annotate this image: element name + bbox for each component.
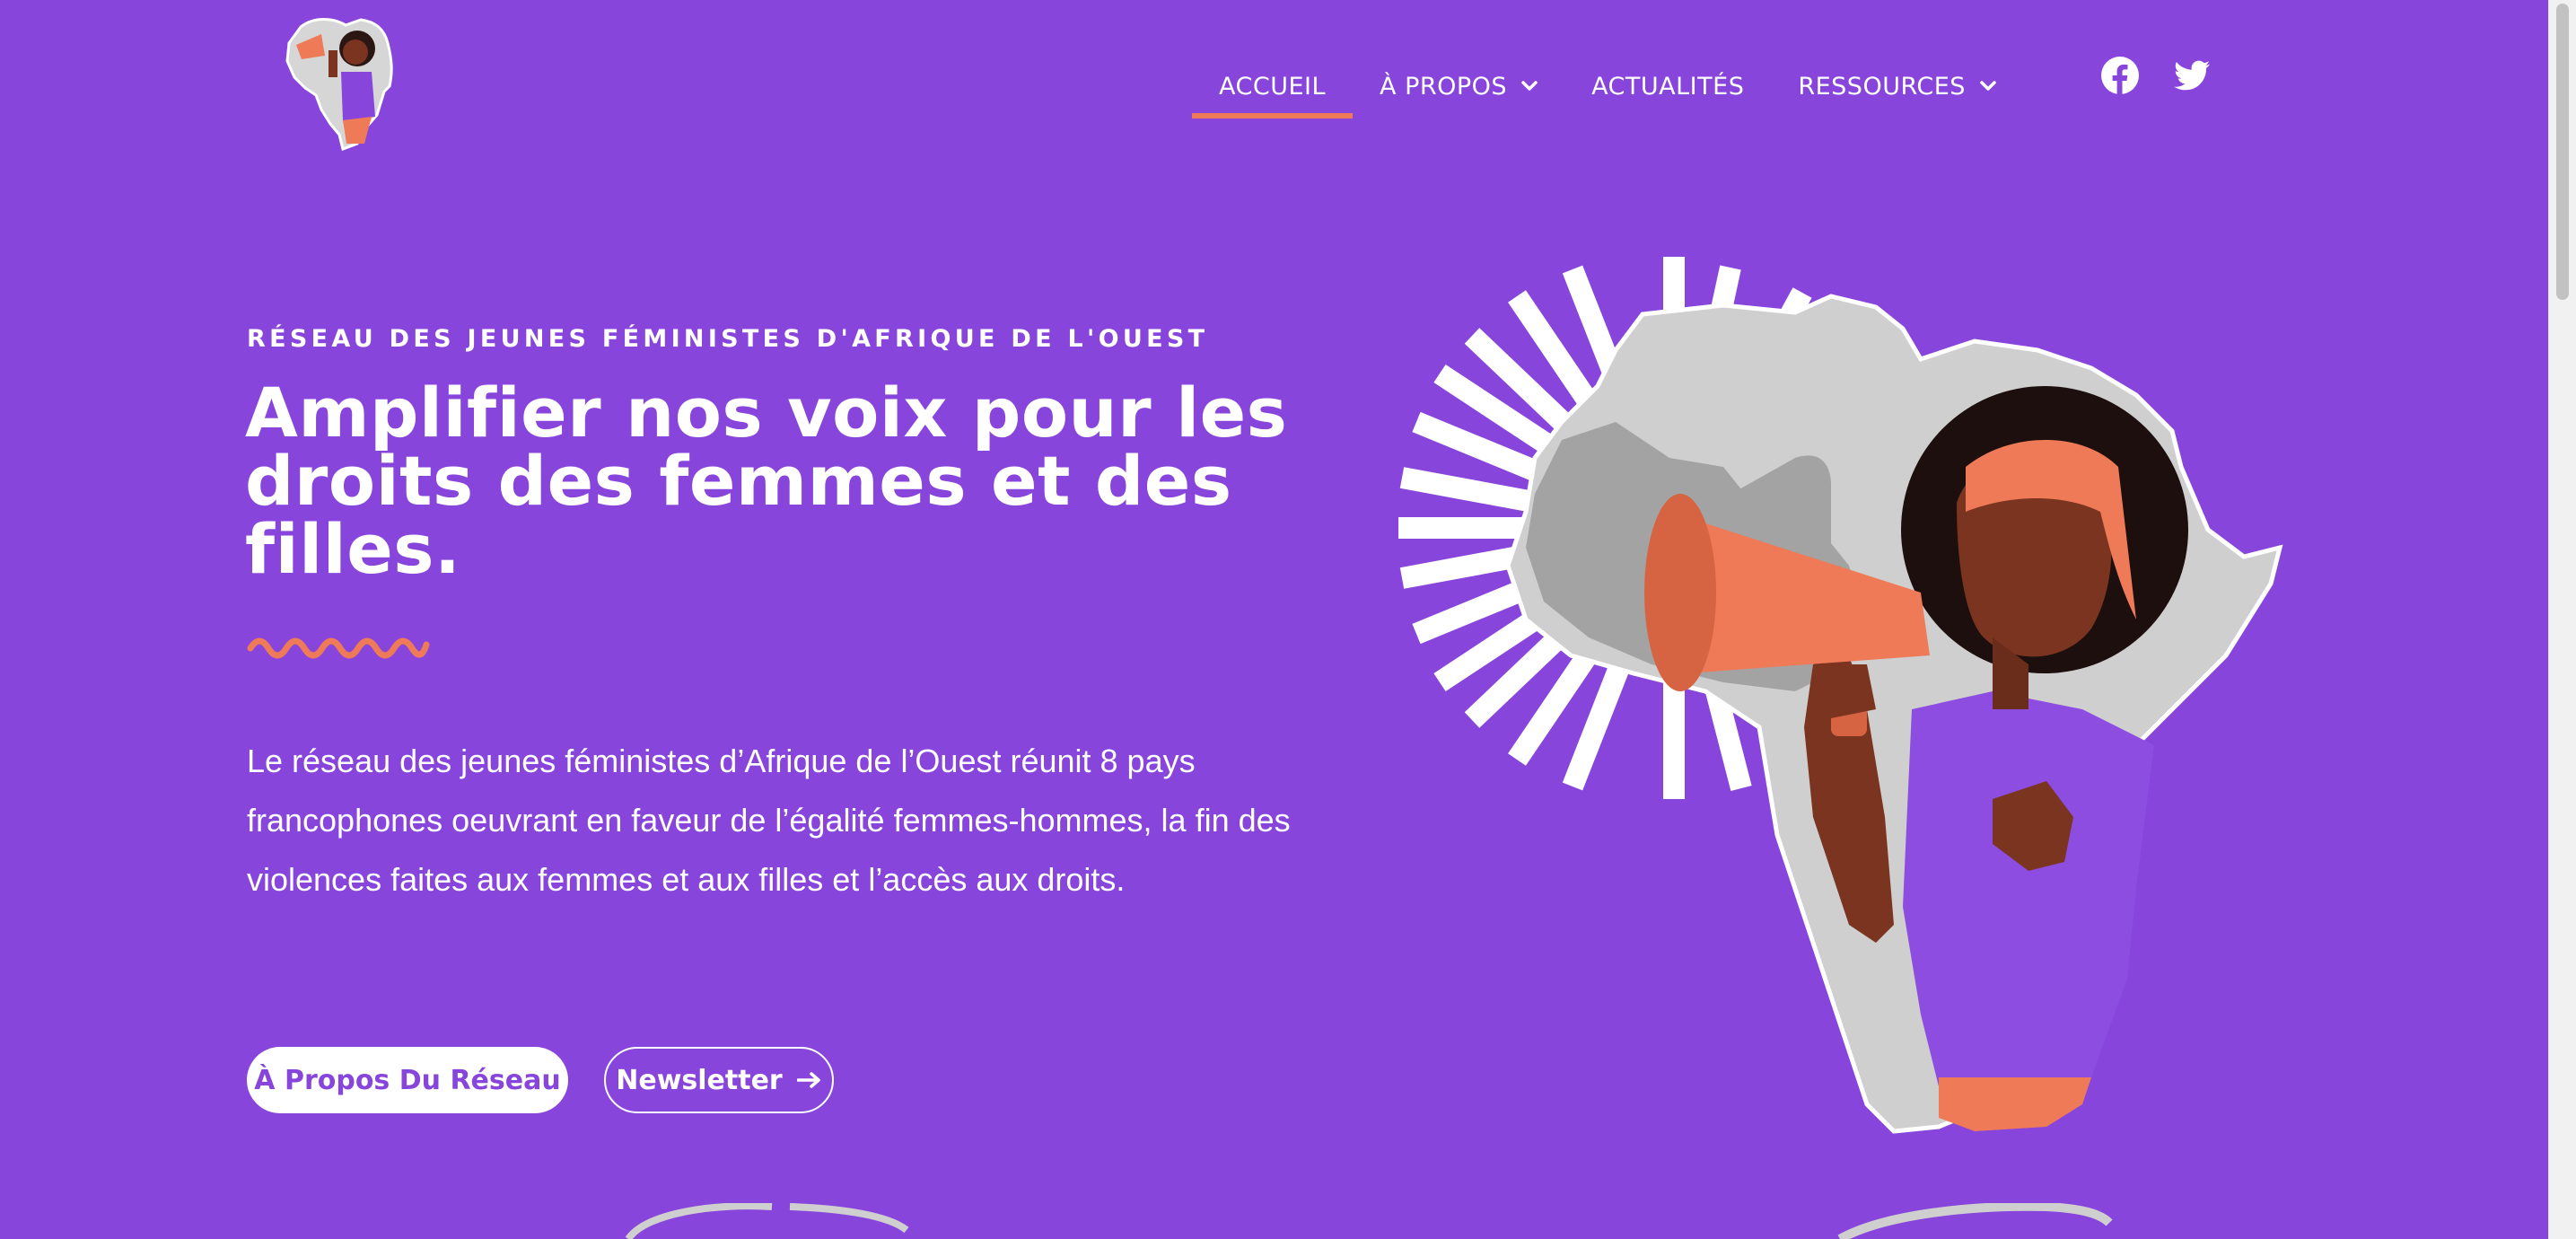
social-links: [2100, 56, 2212, 95]
nav-item-a-propos[interactable]: À PROPOS: [1353, 54, 1564, 108]
button-label: À Propos Du Réseau: [254, 1064, 561, 1096]
bottom-decoration: [625, 1203, 2113, 1239]
twitter-icon[interactable]: [2172, 56, 2212, 95]
hero-headline: Amplifier nos voix pour les droits des f…: [245, 373, 1288, 589]
page: ACCUEIL À PROPOS ACTUALITÉS RESSOURCES R…: [0, 0, 2549, 1239]
arrow-right-icon: [796, 1072, 820, 1088]
woman-megaphone-illustration: [1398, 257, 2283, 1134]
skirt-shape: [1939, 1077, 2091, 1131]
chevron-down-icon: [1980, 81, 1996, 91]
nav-item-label: À PROPOS: [1380, 72, 1508, 101]
nav-item-ressources[interactable]: RESSOURCES: [1771, 54, 2023, 108]
button-label: Newsletter: [616, 1064, 783, 1096]
main-nav: ACCUEIL À PROPOS ACTUALITÉS RESSOURCES: [1192, 54, 2023, 119]
scrollbar-thumb[interactable]: [2556, 4, 2569, 300]
hero-eyebrow: RÉSEAU DES JEUNES FÉMINISTES D'AFRIQUE D…: [247, 325, 1209, 353]
site-logo[interactable]: [278, 9, 413, 153]
africa-map-shape: [1505, 294, 2283, 1134]
nav-item-label: ACCUEIL: [1219, 72, 1327, 101]
facebook-icon[interactable]: [2100, 56, 2140, 95]
hero-description: Le réseau des jeunes féministes d’Afriqu…: [247, 743, 1291, 898]
scrollbar[interactable]: [2548, 0, 2576, 1239]
nav-item-label: ACTUALITÉS: [1591, 72, 1745, 101]
shirt-shape: [1903, 691, 2154, 1086]
nav-item-actualites[interactable]: ACTUALITÉS: [1564, 54, 1771, 108]
nav-item-label: RESSOURCES: [1798, 72, 1966, 101]
chevron-down-icon: [1521, 81, 1538, 91]
nav-item-accueil[interactable]: ACCUEIL: [1192, 54, 1354, 119]
squiggle-divider: [247, 637, 430, 659]
newsletter-button[interactable]: Newsletter: [604, 1047, 834, 1113]
about-network-button[interactable]: À Propos Du Réseau: [247, 1047, 568, 1113]
